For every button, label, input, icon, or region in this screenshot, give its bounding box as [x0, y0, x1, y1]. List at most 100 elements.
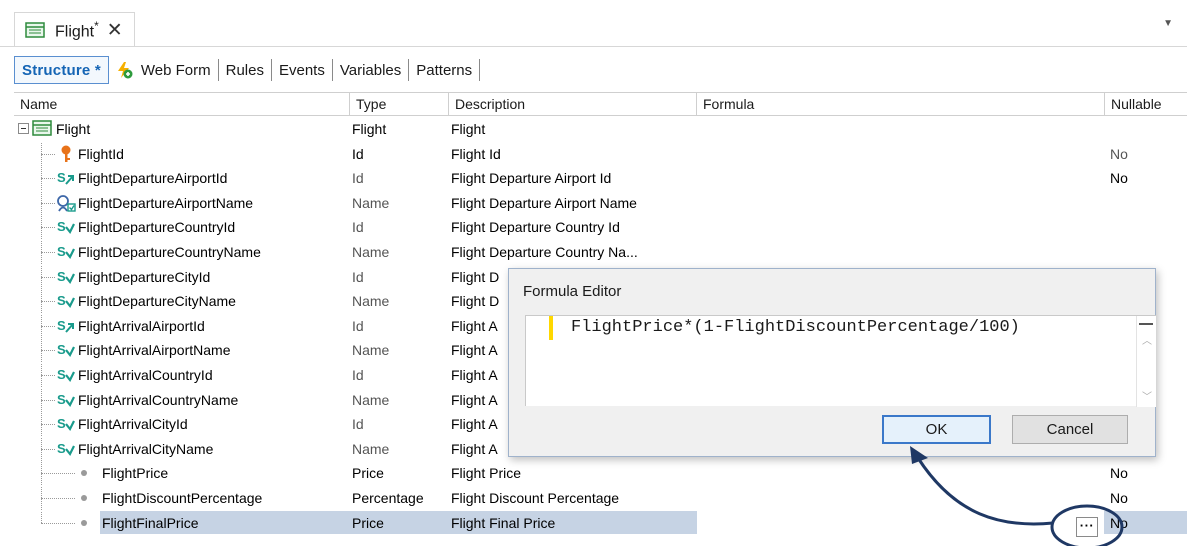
attribute-type-cell[interactable]: Id — [351, 166, 449, 190]
attribute-type-cell[interactable]: Id — [351, 412, 449, 436]
changed-line-marker — [549, 316, 553, 340]
attribute-type-cell[interactable]: Price — [351, 511, 449, 535]
attribute-type-cell[interactable]: Price — [351, 461, 449, 485]
attribute-nullable-cell[interactable]: No — [1110, 461, 1180, 485]
tab-patterns[interactable]: Patterns — [409, 56, 479, 84]
attribute-type-cell[interactable]: Id — [351, 314, 449, 338]
attribute-type-cell[interactable]: Id — [351, 265, 449, 289]
formula-text[interactable]: FlightPrice*(1-FlightDiscountPercentage/… — [571, 317, 1020, 339]
attribute-type-cell[interactable]: Name — [351, 437, 449, 461]
attribute-type-cell[interactable]: Id — [351, 363, 449, 387]
attribute-name-cell[interactable]: FlightPrice — [14, 461, 350, 486]
attribute-type-cell[interactable]: Percentage — [351, 486, 449, 510]
tree-root-row[interactable]: Flight Flight Flight — [14, 117, 1187, 141]
column-header-formula[interactable]: Formula — [697, 93, 1105, 116]
attribute-description-cell[interactable]: Flight Departure Airport Name — [451, 191, 698, 215]
table-row[interactable]: FlightPrice Price Flight Price No — [14, 461, 1187, 486]
divider — [0, 46, 1187, 47]
attribute-nullable-cell[interactable] — [1110, 191, 1180, 215]
tree-guide — [41, 510, 42, 523]
table-row[interactable]: FlightFinalPrice Price Flight Final Price N… — [14, 510, 1187, 535]
attribute-name-cell[interactable]: S FlightArrivalCountryName — [14, 387, 350, 412]
attribute-type-cell[interactable]: Id — [351, 215, 449, 239]
table-row[interactable]: FlightId Id Flight Id No — [14, 141, 1187, 166]
tab-events[interactable]: Events — [272, 56, 332, 84]
attribute-type-cell[interactable]: Id — [351, 142, 449, 166]
attribute-name-cell[interactable]: FlightId — [14, 141, 350, 166]
webform-icon — [117, 62, 133, 79]
chevron-down-icon[interactable]: ﹀ — [1142, 388, 1152, 403]
attribute-name-cell[interactable]: Flight — [14, 117, 350, 141]
attribute-description-cell[interactable]: Flight Departure Country Id — [451, 215, 698, 239]
attribute-name-cell[interactable]: FlightFinalPrice — [14, 510, 350, 535]
attribute-name-cell[interactable]: FlightDepartureAirportName — [14, 190, 350, 215]
attribute-nullable-cell[interactable]: No — [1110, 142, 1180, 166]
transaction-icon — [25, 22, 45, 38]
table-row[interactable]: S FlightDepartureCountryId Id Flight Depart… — [14, 215, 1187, 240]
tab-structure[interactable]: Structure * — [14, 56, 109, 84]
attribute-description-cell[interactable]: Flight Departure Airport Id — [451, 166, 698, 190]
tab-web-form[interactable]: Web Form — [141, 56, 218, 84]
attribute-name-cell[interactable]: S FlightArrivalAirportId — [14, 313, 350, 338]
attribute-description-cell[interactable]: Flight Price — [451, 461, 698, 485]
attribute-type-cell[interactable]: Name — [351, 191, 449, 215]
attribute-name: Flight — [56, 121, 91, 137]
attribute-type-cell[interactable]: Name — [351, 240, 449, 264]
chevron-up-icon[interactable]: ︿ — [1142, 332, 1152, 347]
column-header-type[interactable]: Type — [350, 93, 449, 116]
scrollbar-thumb[interactable] — [1139, 316, 1153, 325]
attribute-type-cell[interactable]: Name — [351, 289, 449, 313]
attribute-name-cell[interactable]: FlightDiscountPercentage — [14, 486, 350, 510]
attribute-nullable-cell[interactable]: No — [1110, 511, 1180, 535]
tab-rules[interactable]: Rules — [219, 56, 271, 84]
attribute-name-cell[interactable]: S FlightArrivalCityId — [14, 412, 350, 437]
table-row[interactable]: S FlightDepartureAirportId Id Flight Depart… — [14, 166, 1187, 191]
attribute-description-cell[interactable]: Flight Id — [451, 142, 698, 166]
doc-tab-flight[interactable]: Flight* ✕ — [14, 12, 135, 47]
column-header-description[interactable]: Description — [449, 93, 697, 116]
attribute-name: FlightArrivalAirportId — [78, 317, 205, 334]
attribute-nullable-cell[interactable] — [1110, 240, 1180, 264]
chevron-down-icon[interactable]: ▼ — [1163, 18, 1173, 29]
formula-ellipsis-button[interactable]: ··· — [1076, 517, 1098, 537]
attribute-dot-icon — [81, 519, 87, 526]
column-header-nullable[interactable]: Nullable — [1105, 93, 1187, 116]
attribute-name-cell[interactable]: S FlightArrivalCountryId — [14, 363, 350, 387]
svg-text:S: S — [57, 416, 66, 431]
attribute-name-cell[interactable]: S FlightDepartureCityId — [14, 264, 350, 289]
attribute-description-cell[interactable]: Flight Departure Country Na... — [451, 240, 698, 264]
formula-editor[interactable]: FlightPrice*(1-FlightDiscountPercentage/… — [525, 315, 1156, 407]
table-row[interactable]: S FlightDepartureCountryName Name Flight De… — [14, 240, 1187, 264]
attribute-nullable-cell[interactable] — [1110, 215, 1180, 239]
tree-guide — [41, 448, 55, 450]
vertical-scrollbar[interactable]: ︿ ﹀ — [1136, 316, 1156, 407]
attribute-description-cell[interactable]: Flight Discount Percentage — [451, 486, 698, 510]
attribute-description-cell[interactable]: Flight — [451, 117, 698, 141]
attribute-description-cell[interactable]: Flight Final Price — [451, 511, 698, 535]
tree-guide — [41, 141, 42, 166]
attribute-type-cell[interactable]: Name — [351, 338, 449, 362]
ok-button[interactable]: OK — [882, 415, 991, 444]
attribute-name-cell[interactable]: S FlightDepartureAirportId — [14, 166, 350, 191]
attribute-nullable-cell[interactable]: No — [1110, 486, 1180, 510]
close-icon[interactable]: ✕ — [107, 21, 123, 40]
tab-variables[interactable]: Variables — [333, 56, 408, 84]
attribute-nullable-cell[interactable] — [1110, 117, 1180, 141]
attribute-name-cell[interactable]: S FlightDepartureCountryName — [14, 240, 350, 264]
tree-guide — [41, 325, 55, 327]
attribute-name-cell[interactable]: S FlightArrivalAirportName — [14, 338, 350, 363]
cancel-button[interactable]: Cancel — [1012, 415, 1128, 444]
attribute-name-cell[interactable]: S FlightDepartureCityName — [14, 289, 350, 314]
attribute-name-cell[interactable]: S FlightDepartureCountryId — [14, 215, 350, 240]
table-row[interactable]: FlightDepartureAirportName Name Flight Dep… — [14, 190, 1187, 215]
attribute-type-cell[interactable]: Flight — [351, 117, 449, 141]
tree-guide — [41, 424, 55, 426]
attribute-type-cell[interactable]: Name — [351, 388, 449, 412]
column-header-name[interactable]: Name — [14, 93, 350, 116]
attribute-nullable-cell[interactable]: No — [1110, 166, 1180, 190]
tree-guide — [41, 473, 75, 475]
tree-guide — [41, 202, 55, 204]
table-row[interactable]: FlightDiscountPercentage Percentage Flight… — [14, 486, 1187, 510]
attribute-name-cell[interactable]: S FlightArrivalCityName — [14, 436, 350, 461]
collapse-icon[interactable] — [18, 123, 29, 134]
